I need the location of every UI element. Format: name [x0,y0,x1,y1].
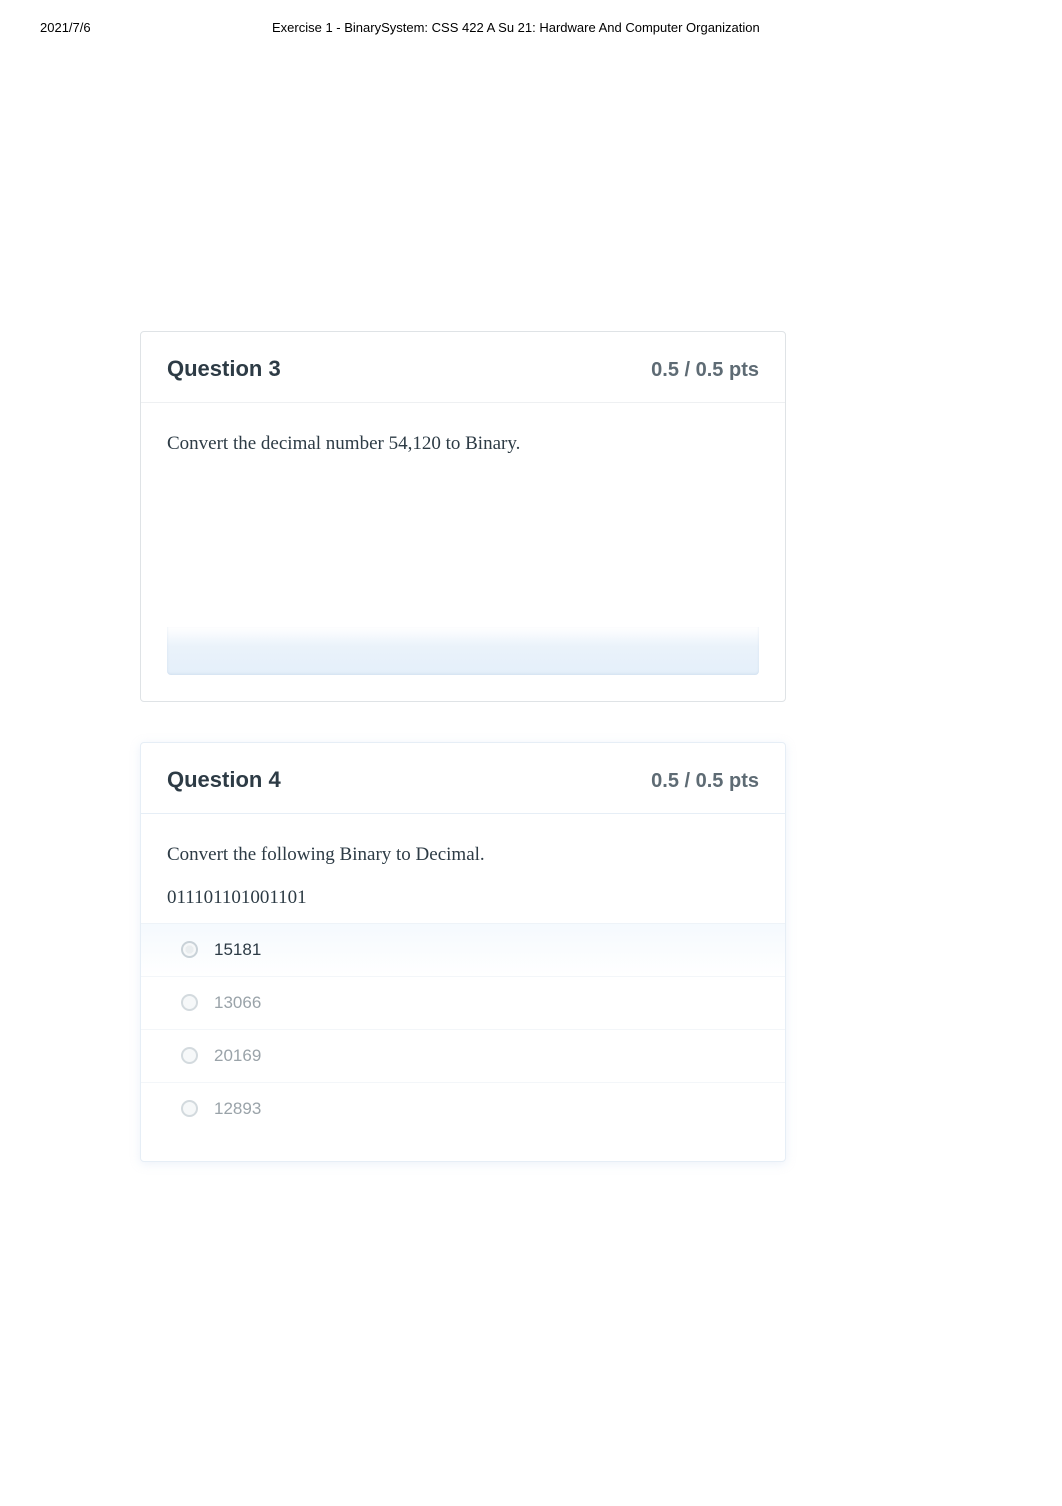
question-3-answer-blur [167,627,759,675]
question-4-binary: 011101101001101 [167,887,759,909]
quiz-content: Question 3 0.5 / 0.5 pts Convert the dec… [140,36,786,1162]
question-3-prompt: Convert the decimal number 54,120 to Bin… [167,431,759,458]
question-3-header: Question 3 0.5 / 0.5 pts [141,332,785,403]
answer-option-text: 20169 [214,1046,261,1066]
print-header: 2021/7/6 Exercise 1 - BinarySystem: CSS … [0,0,1062,36]
question-4-answers: 15181 13066 20169 12893 [141,923,785,1135]
question-4-title: Question 4 [167,767,281,793]
answer-option[interactable]: 12893 [141,1082,785,1135]
answer-option[interactable]: 20169 [141,1029,785,1082]
question-4-card: Question 4 0.5 / 0.5 pts Convert the fol… [140,742,786,1162]
question-4-body: Convert the following Binary to Decimal.… [141,814,785,1161]
answer-option-text: 12893 [214,1099,261,1119]
radio-icon [181,941,198,958]
radio-icon [181,1100,198,1117]
print-title: Exercise 1 - BinarySystem: CSS 422 A Su … [272,20,1022,36]
question-3-card: Question 3 0.5 / 0.5 pts Convert the dec… [140,331,786,703]
question-3-points: 0.5 / 0.5 pts [651,359,759,382]
answer-option[interactable]: 13066 [141,976,785,1029]
answer-option-text: 13066 [214,993,261,1013]
answer-option[interactable]: 15181 [141,923,785,976]
answer-option-text: 15181 [214,940,261,960]
question-3-body: Convert the decimal number 54,120 to Bin… [141,403,785,702]
question-4-points: 0.5 / 0.5 pts [651,770,759,793]
radio-icon [181,1047,198,1064]
radio-icon [181,994,198,1011]
question-4-header: Question 4 0.5 / 0.5 pts [141,743,785,814]
question-4-prompt: Convert the following Binary to Decimal. [167,842,759,869]
question-3-title: Question 3 [167,356,281,382]
print-date: 2021/7/6 [40,20,272,36]
